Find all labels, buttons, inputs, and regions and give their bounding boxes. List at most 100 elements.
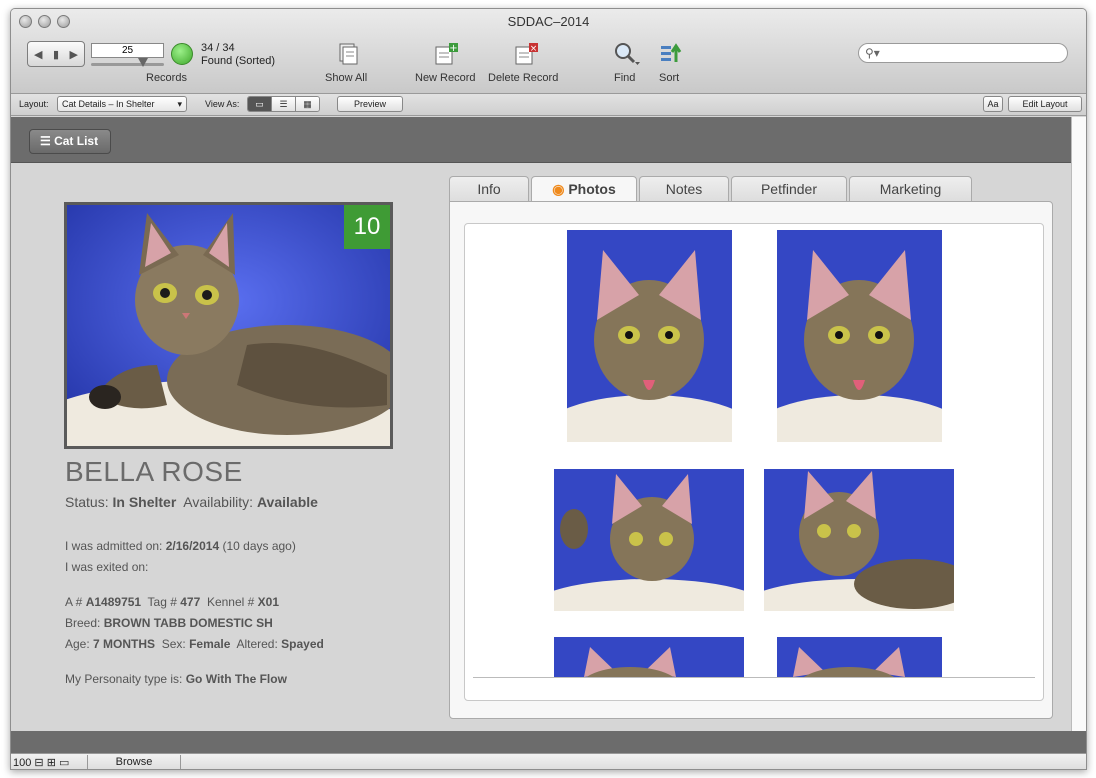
delete-record-icon[interactable]: × bbox=[514, 42, 540, 72]
tab-marketing[interactable]: Marketing bbox=[849, 176, 972, 202]
main-cat-photo: 10 bbox=[64, 202, 393, 449]
age-line: Age: 7 MONTHS Sex: Female Altered: Spaye… bbox=[65, 637, 324, 651]
table-view-icon[interactable]: ▦ bbox=[296, 97, 319, 111]
next-record-icon[interactable]: ▶ bbox=[70, 48, 78, 61]
quick-find-search-input[interactable]: ⚲▾ bbox=[858, 43, 1068, 63]
personality-label: My Personaity type is: bbox=[65, 672, 183, 686]
tab-petfinder[interactable]: Petfinder bbox=[731, 176, 847, 202]
view-as-label: View As: bbox=[205, 99, 240, 109]
record-slider[interactable] bbox=[91, 58, 164, 67]
personality-value: Go With The Flow bbox=[185, 672, 287, 686]
list-icon: ☰ bbox=[40, 134, 55, 148]
edit-layout-button[interactable]: Edit Layout bbox=[1008, 96, 1082, 112]
record-number-badge: 10 bbox=[344, 205, 390, 249]
book-icon: ▮ bbox=[52, 48, 60, 61]
admitted-line: I was admitted on: 2/16/2014 (10 days ag… bbox=[65, 539, 296, 553]
dropdown-arrow-icon: ▾ bbox=[177, 99, 182, 109]
cat-photo-thumbnail[interactable] bbox=[554, 637, 744, 677]
cat-photo-thumbnail[interactable] bbox=[554, 469, 744, 611]
previous-record-icon[interactable]: ◀ bbox=[34, 48, 42, 61]
zoom-controls[interactable]: 100 ⊟ ⊞ ▭ bbox=[13, 756, 69, 769]
personality-line: My Personaity type is: Go With The Flow bbox=[65, 672, 287, 686]
view-as-segment[interactable]: ▭ ☰ ▦ bbox=[247, 96, 320, 112]
breed-line: Breed: BROWN TABB DOMESTIC SH bbox=[65, 616, 273, 630]
mode-indicator[interactable]: Browse bbox=[87, 755, 181, 769]
list-view-icon[interactable]: ☰ bbox=[272, 97, 296, 111]
layout-footer bbox=[11, 731, 1086, 753]
layout-header: ☰ Cat List bbox=[11, 117, 1071, 163]
sex-label: Sex: bbox=[161, 637, 186, 651]
availability-label: Availability: bbox=[183, 494, 254, 510]
tab-notes[interactable]: Notes bbox=[639, 176, 729, 202]
sex-value: Female bbox=[189, 637, 231, 651]
gallery-divider bbox=[473, 677, 1035, 678]
status-pie-icon bbox=[171, 43, 193, 65]
sort-icon[interactable] bbox=[659, 42, 683, 72]
show-all-icon[interactable] bbox=[336, 42, 360, 72]
new-record-icon[interactable]: + bbox=[434, 42, 460, 72]
status-label: Status: bbox=[65, 494, 109, 510]
a-label: A # bbox=[65, 595, 83, 609]
admitted-date: 2/16/2014 bbox=[165, 539, 220, 553]
sort-button[interactable]: Sort bbox=[659, 72, 679, 84]
kennel-label: Kennel # bbox=[206, 595, 255, 609]
zoom-out-icon[interactable]: ⊟ bbox=[34, 757, 43, 769]
id-line: A # A1489751 Tag # 477 Kennel # X01 bbox=[65, 595, 279, 609]
text-format-button[interactable]: Aa bbox=[983, 96, 1003, 112]
cat-list-button[interactable]: ☰ Cat List bbox=[29, 129, 111, 154]
tag-label: Tag # bbox=[147, 595, 177, 609]
slider-knob[interactable] bbox=[138, 58, 148, 67]
toggle-toolbar-icon[interactable]: ▭ bbox=[59, 757, 69, 769]
cat-photo-thumbnail[interactable] bbox=[567, 230, 732, 442]
find-button[interactable]: Find bbox=[614, 72, 635, 84]
tab-photos[interactable]: ◉ Photos bbox=[531, 176, 637, 203]
record-navigation-button[interactable]: ◀ ▮ ▶ bbox=[27, 41, 85, 67]
show-all-button[interactable]: Show All bbox=[325, 72, 367, 84]
photo-gallery[interactable] bbox=[464, 223, 1044, 701]
found-text: Found (Sorted) bbox=[201, 55, 275, 67]
age-label: Age: bbox=[65, 637, 90, 651]
photos-panel bbox=[449, 201, 1053, 719]
tab-info[interactable]: Info bbox=[449, 176, 529, 202]
bottom-status-bar: 100 ⊟ ⊞ ▭ Browse bbox=[11, 753, 1086, 769]
window-title: SDDAC–2014 bbox=[507, 14, 590, 29]
age-value: 7 MONTHS bbox=[93, 637, 156, 651]
admitted-label: I was admitted on: bbox=[65, 539, 163, 553]
preview-button[interactable]: Preview bbox=[337, 96, 403, 112]
title-toolbar: SDDAC–2014 ◀ ▮ ▶ 25 Records 34 / 34 Foun… bbox=[11, 9, 1086, 94]
new-record-button[interactable]: New Record bbox=[415, 72, 476, 84]
app-window: SDDAC–2014 ◀ ▮ ▶ 25 Records 34 / 34 Foun… bbox=[10, 8, 1087, 770]
admitted-ago: (10 days ago) bbox=[222, 539, 296, 553]
vertical-scrollbar[interactable] bbox=[1071, 117, 1086, 731]
cat-list-label: Cat List bbox=[54, 134, 99, 148]
altered-label: Altered: bbox=[236, 637, 278, 651]
a-number: A1489751 bbox=[85, 595, 142, 609]
layout-label: Layout: bbox=[19, 99, 49, 109]
cat-photo-thumbnail[interactable] bbox=[777, 230, 942, 442]
altered-value: Spayed bbox=[281, 637, 324, 651]
find-magnifier-icon[interactable] bbox=[614, 42, 640, 72]
tab-photos-label: Photos bbox=[568, 181, 616, 197]
record-count: 34 / 34 Found (Sorted) bbox=[201, 42, 275, 68]
cat-photo-thumbnail[interactable] bbox=[764, 469, 954, 611]
cat-photo-thumbnail[interactable] bbox=[777, 637, 942, 677]
record-number-input[interactable]: 25 bbox=[91, 43, 164, 58]
form-view-icon[interactable]: ▭ bbox=[248, 97, 272, 111]
layout-select-value: Cat Details – In Shelter bbox=[62, 99, 155, 109]
records-label: Records bbox=[146, 72, 187, 84]
svg-text:×: × bbox=[530, 44, 538, 54]
status-value: In Shelter bbox=[112, 494, 177, 510]
zoom-level: 100 bbox=[13, 757, 32, 769]
cat-name: BELLA ROSE bbox=[65, 456, 243, 487]
search-icon: ⚲▾ bbox=[865, 46, 880, 60]
svg-text:+: + bbox=[449, 43, 457, 54]
exited-label: I was exited on: bbox=[65, 560, 149, 574]
delete-record-button[interactable]: Delete Record bbox=[488, 72, 558, 84]
zoom-in-icon[interactable]: ⊞ bbox=[47, 757, 56, 769]
layout-select[interactable]: Cat Details – In Shelter ▾ bbox=[57, 96, 187, 112]
record-content: 10 BELLA ROSE Status: In Shelter Availab… bbox=[11, 164, 1071, 731]
availability-value: Available bbox=[256, 494, 318, 510]
breed-label: Breed: bbox=[65, 616, 101, 630]
tag-number: 477 bbox=[180, 595, 201, 609]
breed-value: BROWN TABB DOMESTIC SH bbox=[103, 616, 273, 630]
